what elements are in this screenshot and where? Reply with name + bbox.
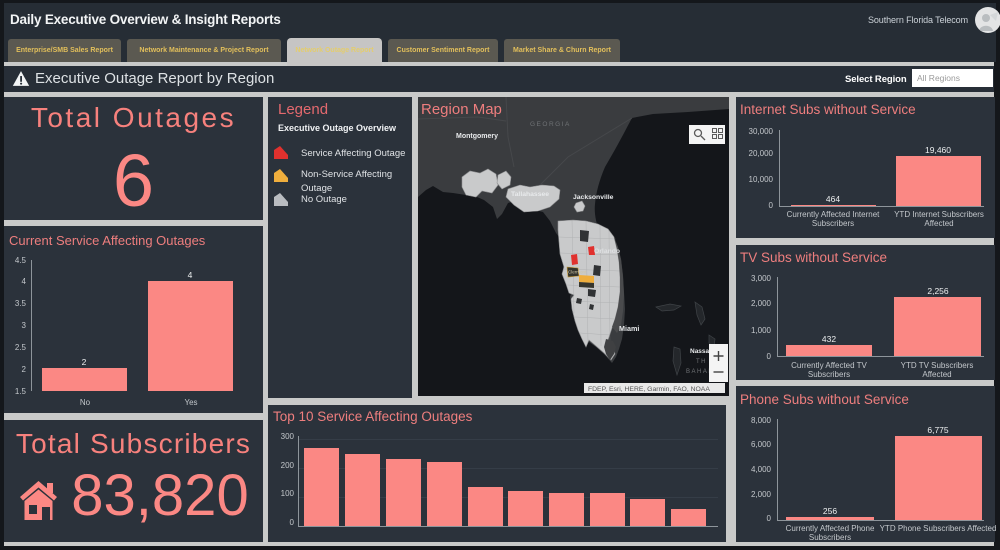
svg-text:Miami: Miami [619,324,639,333]
svg-text:Orlando: Orlando [594,248,620,255]
svg-text:Clermont: Clermont [568,270,587,275]
svg-text:Jacksonville: Jacksonville [573,194,614,201]
svg-text:Tallahassee: Tallahassee [511,191,549,198]
svg-text:GEORGIA: GEORGIA [530,121,571,128]
svg-text:FDEP, Esri, HERE, Garmin, FAO,: FDEP, Esri, HERE, Garmin, FAO, NOAA [588,386,710,393]
svg-text:TH: TH [696,359,707,365]
svg-text:Region Map: Region Map [421,101,502,118]
svg-text:Montgomery: Montgomery [456,133,498,140]
